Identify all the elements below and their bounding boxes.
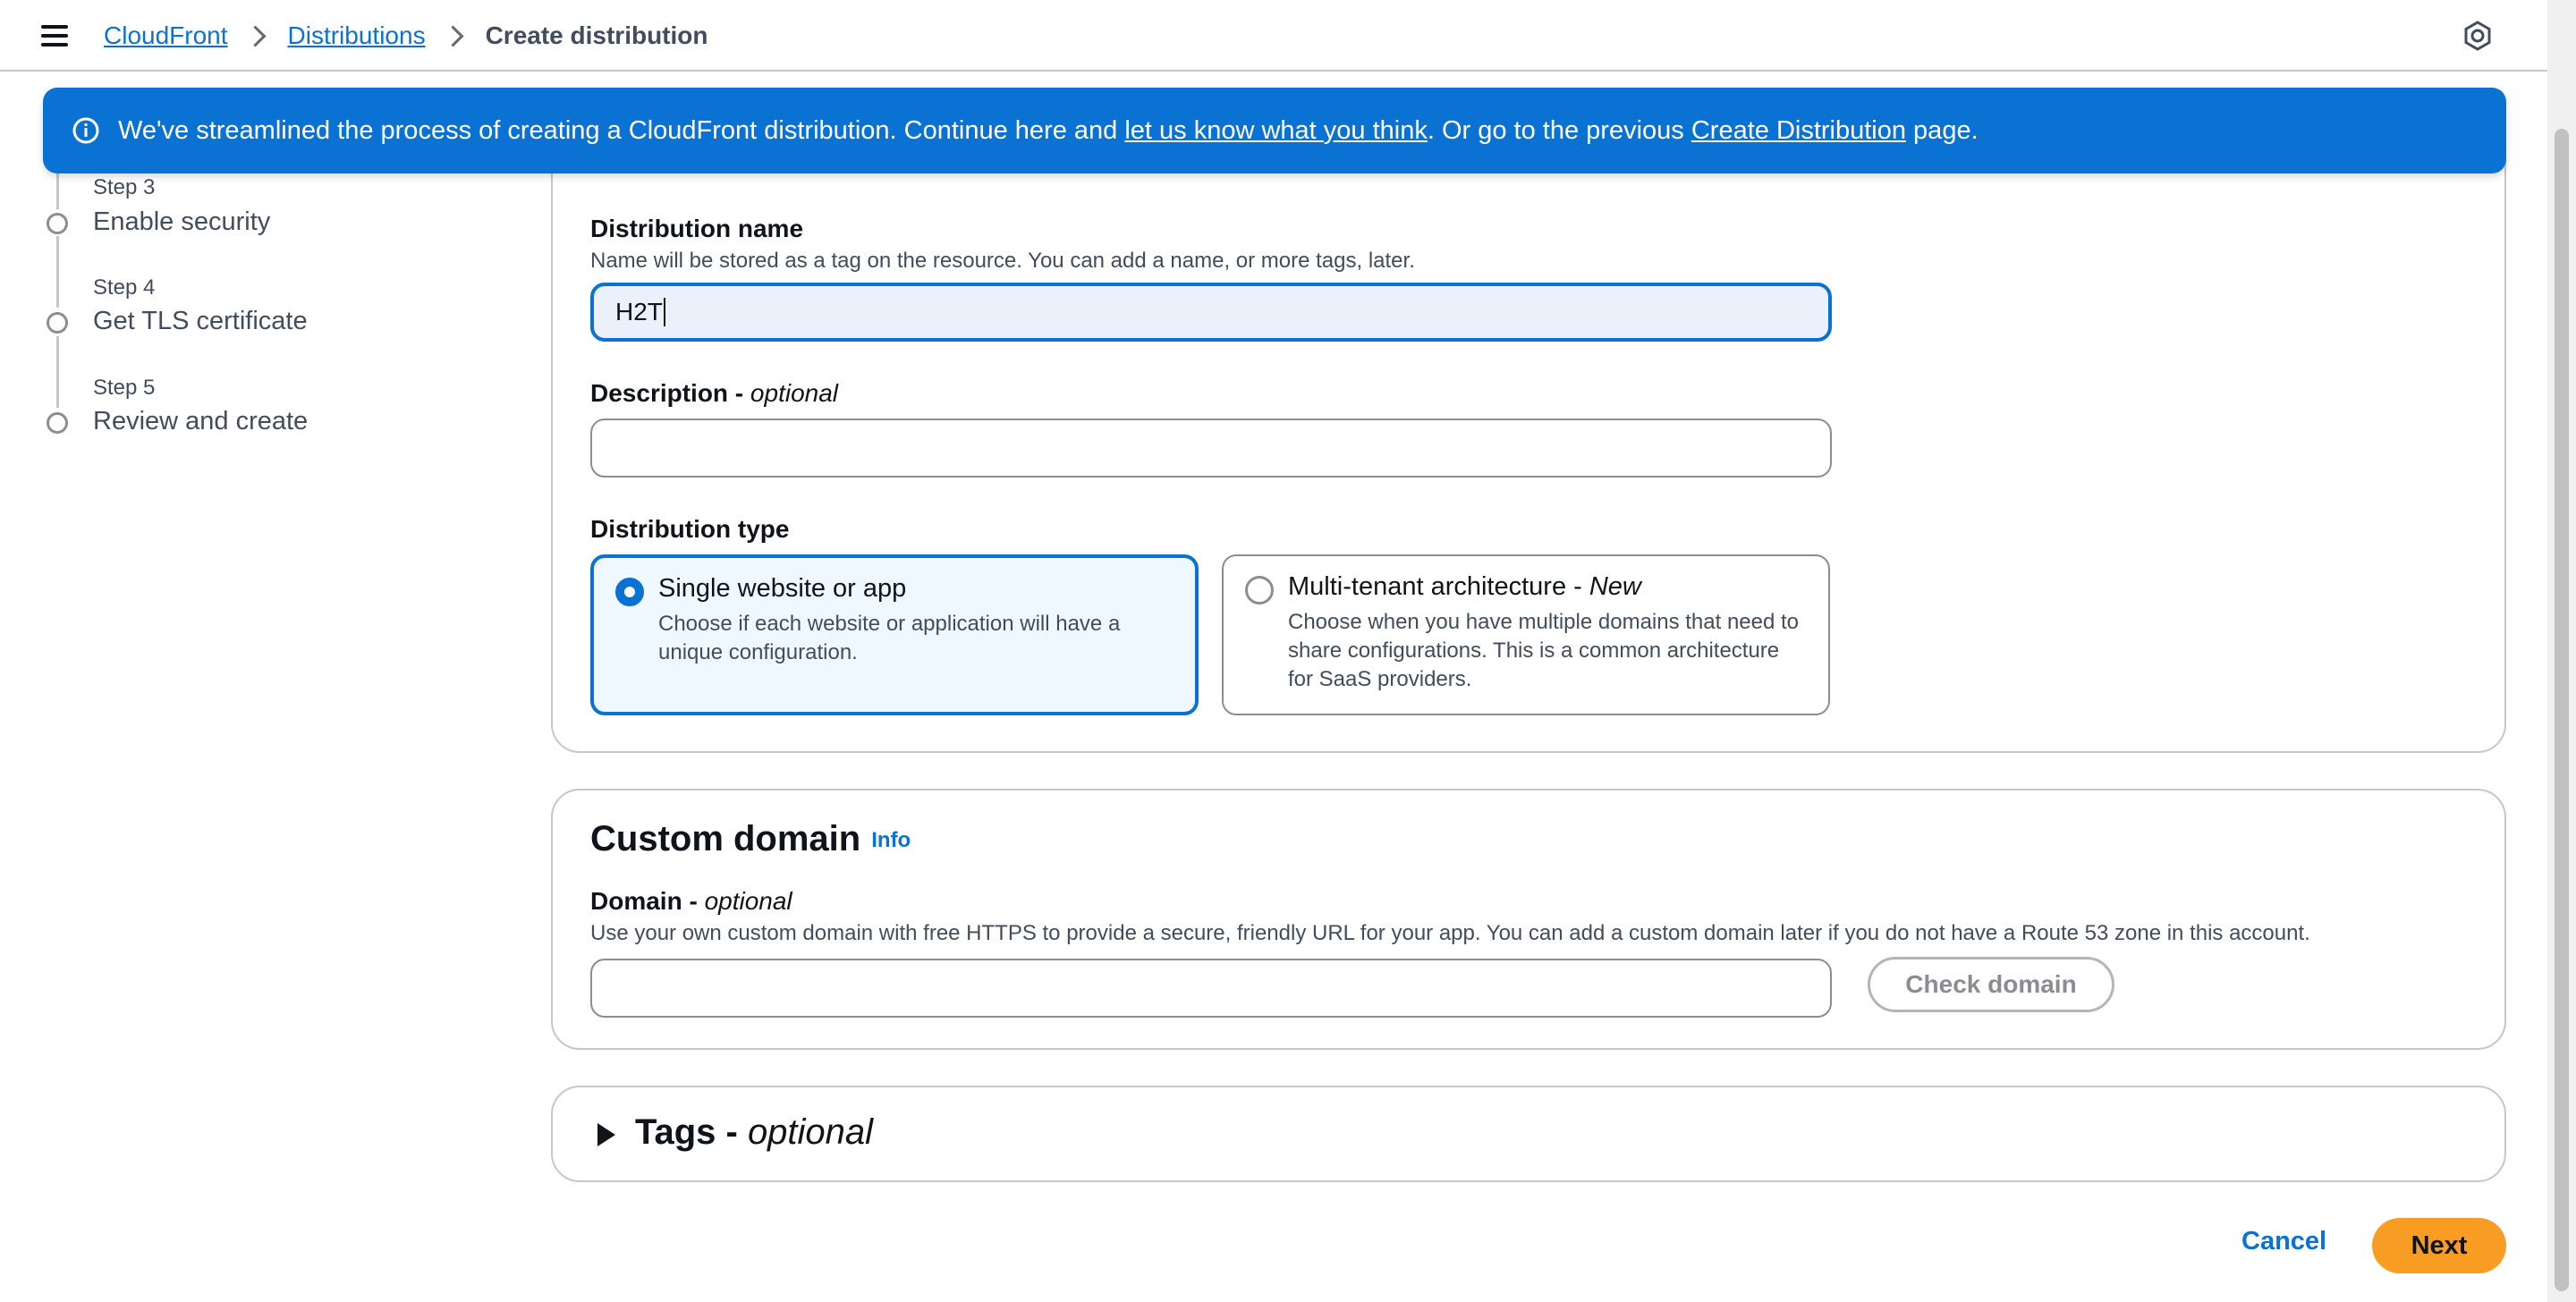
step-number: Step 4	[93, 275, 156, 300]
multi-tenant-title: Multi-tenant architecture - New	[1288, 572, 1641, 602]
step-label[interactable]: Get TLS certificate	[93, 307, 308, 336]
cancel-button[interactable]: Cancel	[2241, 1227, 2326, 1256]
multi-tenant-description: Choose when you have multiple domains th…	[1288, 610, 1800, 691]
domain-label: Domain - optional	[590, 887, 792, 916]
distribution-type-label: Distribution type	[590, 515, 790, 543]
step-connector	[56, 236, 59, 308]
single-website-radio[interactable]	[615, 578, 644, 606]
distribution-name-value: H2T	[615, 298, 663, 326]
tags-expandable-card[interactable]: Tags - optional	[551, 1086, 2506, 1182]
distribution-name-label: Distribution name	[590, 215, 804, 242]
breadcrumb-cloudfront-link[interactable]: CloudFront	[104, 21, 228, 50]
next-button[interactable]: Next	[2372, 1218, 2506, 1273]
info-flash-banner: We've streamlined the process of creatin…	[43, 88, 2506, 173]
description-input[interactable]	[590, 418, 1832, 478]
info-circle-icon	[72, 117, 99, 144]
optional-text: optional	[704, 887, 792, 915]
step-status-circle	[47, 213, 68, 234]
distribution-name-input[interactable]: H2T	[590, 283, 1832, 342]
chevron-right-icon	[442, 24, 464, 47]
custom-domain-title-text: Custom domain	[590, 819, 861, 858]
chevron-right-icon	[243, 24, 267, 47]
banner-text: We've streamlined the process of creatin…	[118, 116, 1979, 146]
menu-icon[interactable]	[41, 23, 70, 48]
custom-domain-info-link[interactable]: Info	[871, 828, 911, 852]
optional-text: optional	[750, 379, 839, 407]
description-label: Description - optional	[590, 379, 838, 408]
breadcrumb-distributions-link[interactable]: Distributions	[288, 21, 426, 50]
multi-tenant-tile[interactable]: Multi-tenant architecture - New Choose w…	[1222, 554, 1830, 715]
step-number: Step 5	[93, 376, 156, 400]
tags-title-text: Tags -	[635, 1112, 748, 1152]
scrollbar-thumb[interactable]	[2555, 129, 2569, 1291]
top-navigation-bar: CloudFront Distributions Create distribu…	[0, 0, 2547, 72]
step-label[interactable]: Enable security	[93, 207, 270, 237]
domain-description: Use your own custom domain with free HTT…	[590, 921, 2310, 945]
custom-domain-title: Custom domain Info	[590, 819, 911, 859]
feedback-link[interactable]: let us know what you think	[1124, 116, 1428, 145]
domain-label-text: Domain -	[590, 887, 705, 915]
single-website-tile[interactable]: Single website or app Choose if each web…	[590, 554, 1199, 715]
distribution-name-description: Name will be stored as a tag on the reso…	[590, 249, 1415, 273]
banner-text-part: . Or go to the previous	[1427, 115, 1691, 145]
settings-hexagon-icon[interactable]	[2462, 20, 2494, 52]
previous-create-distribution-link[interactable]: Create Distribution	[1691, 116, 1906, 145]
breadcrumb-current: Create distribution	[485, 21, 708, 49]
step-status-circle	[47, 312, 68, 334]
distribution-options-card: Distribution name Name will be stored as…	[551, 107, 2506, 753]
tags-title[interactable]: Tags - optional	[635, 1112, 873, 1153]
step-number: Step 3	[93, 175, 156, 199]
domain-input[interactable]	[590, 959, 1832, 1018]
step-connector	[56, 336, 59, 408]
multi-tenant-radio[interactable]	[1245, 576, 1274, 604]
text-caret	[663, 298, 665, 326]
caret-right-icon[interactable]	[597, 1123, 615, 1146]
breadcrumb: CloudFront Distributions Create distribu…	[104, 18, 708, 54]
step-connector	[56, 170, 59, 209]
optional-text: optional	[747, 1112, 874, 1152]
single-website-title: Single website or app	[658, 574, 907, 603]
single-website-description: Choose if each website or application wi…	[658, 612, 1121, 664]
banner-text-part: page.	[1906, 115, 1979, 145]
check-domain-button[interactable]: Check domain	[1868, 957, 2114, 1012]
new-badge: New	[1589, 572, 1641, 601]
distribution-type-tiles: Single website or app Choose if each web…	[590, 554, 1832, 715]
custom-domain-card: Custom domain Info Domain - optional Use …	[551, 789, 2506, 1050]
multi-tenant-title-text: Multi-tenant architecture -	[1288, 572, 1589, 601]
description-label-text: Description -	[590, 379, 750, 407]
banner-text-part: We've streamlined the process of creatin…	[118, 115, 1125, 145]
page-scrollbar[interactable]	[2547, 0, 2576, 1302]
step-label[interactable]: Review and create	[93, 407, 308, 436]
step-status-circle	[47, 412, 68, 434]
